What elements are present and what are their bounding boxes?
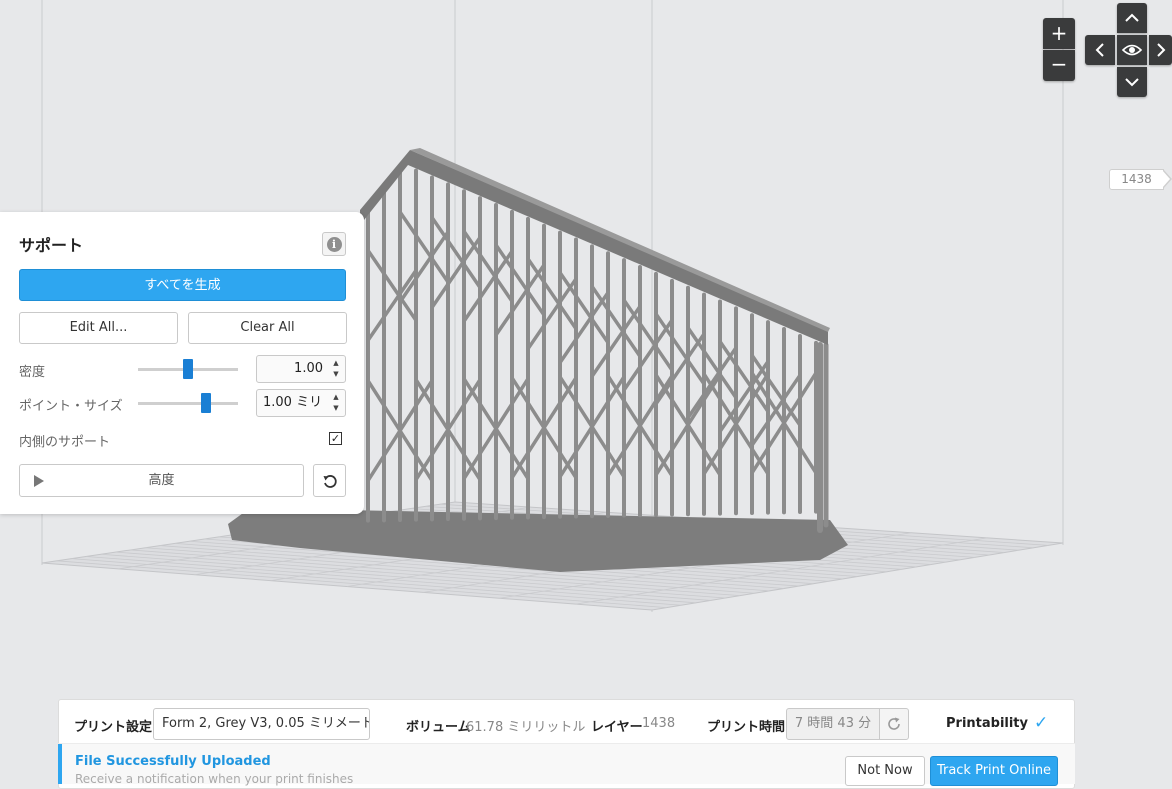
refresh-icon — [888, 717, 900, 730]
internal-supports-label: 内側のサポート — [19, 435, 111, 450]
model-part-top — [410, 148, 830, 332]
support-strut — [526, 257, 578, 331]
point-size-slider[interactable] — [138, 402, 238, 405]
rotate-left-button[interactable] — [1085, 35, 1115, 65]
check-icon: ✓ — [1034, 713, 1049, 733]
chevron-down-icon — [1125, 78, 1139, 87]
reset-button[interactable] — [313, 464, 346, 497]
zoom-in-button[interactable]: + — [1043, 18, 1075, 49]
density-value: 1.00 — [294, 361, 323, 376]
clear-all-button[interactable]: Clear All — [188, 312, 347, 344]
support-strut — [654, 332, 706, 406]
support-strut — [590, 284, 642, 359]
print-settings-field[interactable]: Form 2, Grey V3, 0.05 ミリメートル — [153, 708, 370, 740]
point-size-value: 1.00 ミリメート — [263, 395, 323, 410]
chevron-right-icon — [1157, 43, 1166, 57]
info-icon: i — [326, 236, 342, 252]
not-now-button[interactable]: Not Now — [845, 756, 925, 786]
print-time-label: プリント時間 — [707, 720, 786, 735]
eye-icon — [1121, 44, 1143, 56]
rotate-down-button[interactable] — [1117, 67, 1147, 97]
support-structure — [366, 168, 829, 533]
chevron-left-icon — [1095, 43, 1104, 57]
generate-all-button[interactable]: すべてを生成 — [19, 269, 346, 301]
support-strut — [526, 277, 578, 351]
rotate-up-button[interactable] — [1117, 3, 1147, 33]
density-label: 密度 — [19, 365, 46, 380]
print-time-field: 7 時間 43 分 — [786, 708, 880, 740]
layer-badge-pointer-fill — [1162, 170, 1170, 188]
point-size-input[interactable]: 1.00 ミリメート ▲▼ — [256, 389, 346, 417]
support-strut — [366, 268, 418, 343]
point-size-spinner-icon[interactable]: ▲ ▼ — [330, 392, 342, 414]
support-strut — [622, 298, 674, 372]
density-spinner-icon[interactable]: ▲ ▼ — [330, 358, 342, 380]
printability-label[interactable]: Printability — [946, 716, 1028, 731]
point-size-label: ポイント・サイズ — [19, 399, 123, 414]
support-strut — [686, 345, 738, 420]
zoom-out-button[interactable]: − — [1043, 50, 1075, 81]
support-strut — [718, 359, 770, 434]
support-strut — [494, 263, 546, 337]
support-strut — [558, 270, 610, 345]
chevron-up-icon — [1125, 13, 1139, 22]
point-size-slider-thumb[interactable] — [201, 393, 211, 413]
reset-view-button[interactable] — [1117, 35, 1147, 65]
panel-title: サポート — [19, 236, 84, 255]
layers-label: レイヤー — [591, 720, 643, 735]
print-settings-label: プリント設定 — [74, 720, 153, 735]
undo-icon — [323, 474, 337, 488]
support-strut — [430, 215, 482, 290]
layer-slider-value[interactable]: 1438 — [1109, 169, 1164, 190]
density-input[interactable]: 1.00 ▲ ▼ — [256, 355, 346, 383]
support-strut — [622, 318, 674, 392]
info-button[interactable]: i — [322, 232, 346, 256]
support-strut — [494, 243, 546, 317]
height-label: 高度 — [148, 473, 175, 488]
support-strut — [430, 235, 482, 310]
edit-all-button[interactable]: Edit All... — [19, 312, 178, 344]
support-strut — [398, 210, 450, 284]
notification-subtitle: Receive a notification when your print f… — [75, 772, 354, 786]
layers-value: 1438 — [642, 716, 676, 731]
support-strut — [462, 249, 514, 324]
density-slider-thumb[interactable] — [183, 359, 193, 379]
support-strut — [558, 290, 610, 365]
height-button[interactable]: 高度 — [19, 464, 304, 497]
support-strut — [398, 230, 450, 304]
track-print-online-button[interactable]: Track Print Online — [930, 756, 1058, 786]
rotate-right-button[interactable] — [1149, 35, 1172, 65]
volume-label: ボリューム — [406, 720, 471, 735]
refresh-button[interactable] — [879, 708, 909, 740]
notification-title: File Successfully Uploaded — [75, 754, 271, 769]
support-strut — [654, 312, 706, 386]
support-strut — [462, 229, 514, 304]
volume-value: 61.78 ミリリットル — [466, 720, 586, 735]
support-strut — [590, 304, 642, 379]
internal-supports-checkbox[interactable]: ✓ — [329, 432, 342, 445]
support-strut — [718, 339, 770, 414]
support-strut — [366, 248, 418, 323]
